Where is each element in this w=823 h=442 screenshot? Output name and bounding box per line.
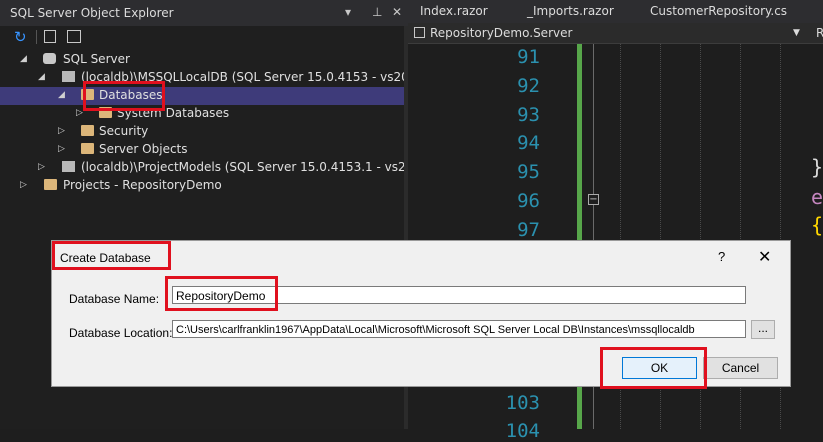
- server-icon: [62, 71, 75, 82]
- line-number: 103: [505, 392, 540, 414]
- tree-item-server-objects[interactable]: ▷ Server Objects: [0, 141, 404, 159]
- folder-icon: [81, 125, 94, 136]
- tree-item-label: Security: [99, 124, 149, 138]
- navigation-bar: RepositoryDemo.Server ▼ R: [408, 23, 823, 44]
- chevron-down-icon[interactable]: ▼: [793, 28, 800, 38]
- explorer-title-bar: SQL Server Object Explorer ▾ ⊥ ✕: [0, 0, 408, 26]
- tree-item-mssqllocaldb[interactable]: ◢ (localdb)\MSSQLLocalDB (SQL Server 15.…: [0, 69, 457, 87]
- database-name-field[interactable]: RepositoryDemo: [172, 286, 746, 304]
- explorer-title: SQL Server Object Explorer: [10, 6, 174, 20]
- database-location-label: Database Location:: [69, 326, 173, 340]
- tree-item-label: Databases: [99, 88, 163, 102]
- tree-item-projects[interactable]: ▷ Projects - RepositoryDemo: [0, 177, 404, 195]
- close-button[interactable]: ✕: [758, 247, 771, 267]
- tree-item-label: Projects - RepositoryDemo: [63, 178, 222, 192]
- refresh-icon[interactable]: ↻: [14, 28, 27, 46]
- collapsed-arrow-icon[interactable]: ▷: [38, 162, 45, 172]
- explorer-toolbar: ↻: [0, 26, 408, 48]
- tree-item-label: System Databases: [117, 106, 230, 120]
- collapsed-arrow-icon[interactable]: ▷: [76, 108, 83, 118]
- help-button[interactable]: ?: [718, 249, 725, 264]
- editor-tab-strip: Index.razor _Imports.razor CustomerRepos…: [408, 0, 823, 23]
- dropdown-icon[interactable]: ▾: [345, 5, 351, 19]
- tree-item-label: (localdb)\MSSQLLocalDB (SQL Server 15.0.…: [81, 70, 457, 84]
- close-icon[interactable]: ✕: [392, 5, 402, 19]
- expanded-arrow-icon[interactable]: ◢: [20, 54, 27, 64]
- expanded-arrow-icon[interactable]: ◢: [58, 90, 65, 100]
- tree-item-databases[interactable]: ◢ Databases: [0, 87, 404, 105]
- code-brace: {: [811, 213, 823, 237]
- code-brace: }: [811, 155, 823, 179]
- add-server-icon[interactable]: [44, 30, 56, 43]
- database-name-label: Database Name:: [69, 292, 160, 306]
- project-dropdown[interactable]: RepositoryDemo.Server: [430, 26, 572, 40]
- expanded-arrow-icon[interactable]: ◢: [38, 72, 45, 82]
- tree-item-label: Server Objects: [99, 142, 188, 156]
- line-number: 94: [517, 132, 540, 154]
- tree-item-security[interactable]: ▷ Security: [0, 123, 404, 141]
- server-icon: [62, 161, 75, 172]
- pin-icon[interactable]: ⊥: [372, 5, 382, 19]
- collapsed-arrow-icon[interactable]: ▷: [58, 144, 65, 154]
- line-number: 104: [505, 420, 540, 442]
- folder-icon: [99, 107, 112, 118]
- folder-icon: [44, 179, 57, 190]
- line-number: 95: [517, 161, 540, 183]
- create-database-dialog: Create Database ? ✕ Database Name: Repos…: [51, 240, 791, 387]
- collapsed-arrow-icon[interactable]: ▷: [20, 180, 27, 190]
- database-location-field[interactable]: C:\Users\carlfranklin1967\AppData\Local\…: [172, 320, 746, 338]
- tab-customer-repository[interactable]: CustomerRepository.cs: [650, 4, 787, 18]
- filter-icon[interactable]: [67, 30, 81, 43]
- line-number: 97: [517, 219, 540, 241]
- member-dropdown[interactable]: R: [816, 26, 823, 40]
- collapse-icon[interactable]: −: [588, 194, 599, 205]
- cancel-button[interactable]: Cancel: [703, 357, 778, 379]
- line-number: 96: [517, 190, 540, 212]
- tab-index-razor[interactable]: Index.razor: [420, 4, 488, 18]
- code-keyword: e: [811, 185, 823, 209]
- toolbar-separator: [36, 30, 37, 44]
- browse-button[interactable]: ...: [751, 320, 775, 339]
- collapsed-arrow-icon[interactable]: ▷: [58, 126, 65, 136]
- line-number: 91: [517, 46, 540, 68]
- project-icon: [414, 27, 425, 38]
- tab-imports-razor[interactable]: _Imports.razor: [527, 4, 614, 18]
- tree-item-label: SQL Server: [63, 52, 130, 66]
- server-group-icon: [43, 53, 56, 64]
- tree-item-sql-server[interactable]: ◢ SQL Server: [0, 51, 404, 69]
- line-number: 92: [517, 75, 540, 97]
- tree-item-label: (localdb)\ProjectModels (SQL Server 15.0…: [81, 160, 454, 174]
- dialog-title: Create Database: [60, 251, 151, 265]
- tree-item-projectmodels[interactable]: ▷ (localdb)\ProjectModels (SQL Server 15…: [0, 159, 454, 177]
- tree-item-system-databases[interactable]: ▷ System Databases: [0, 105, 404, 123]
- line-number: 93: [517, 104, 540, 126]
- folder-icon: [81, 143, 94, 154]
- ok-button[interactable]: OK: [622, 357, 697, 379]
- folder-icon: [81, 89, 94, 100]
